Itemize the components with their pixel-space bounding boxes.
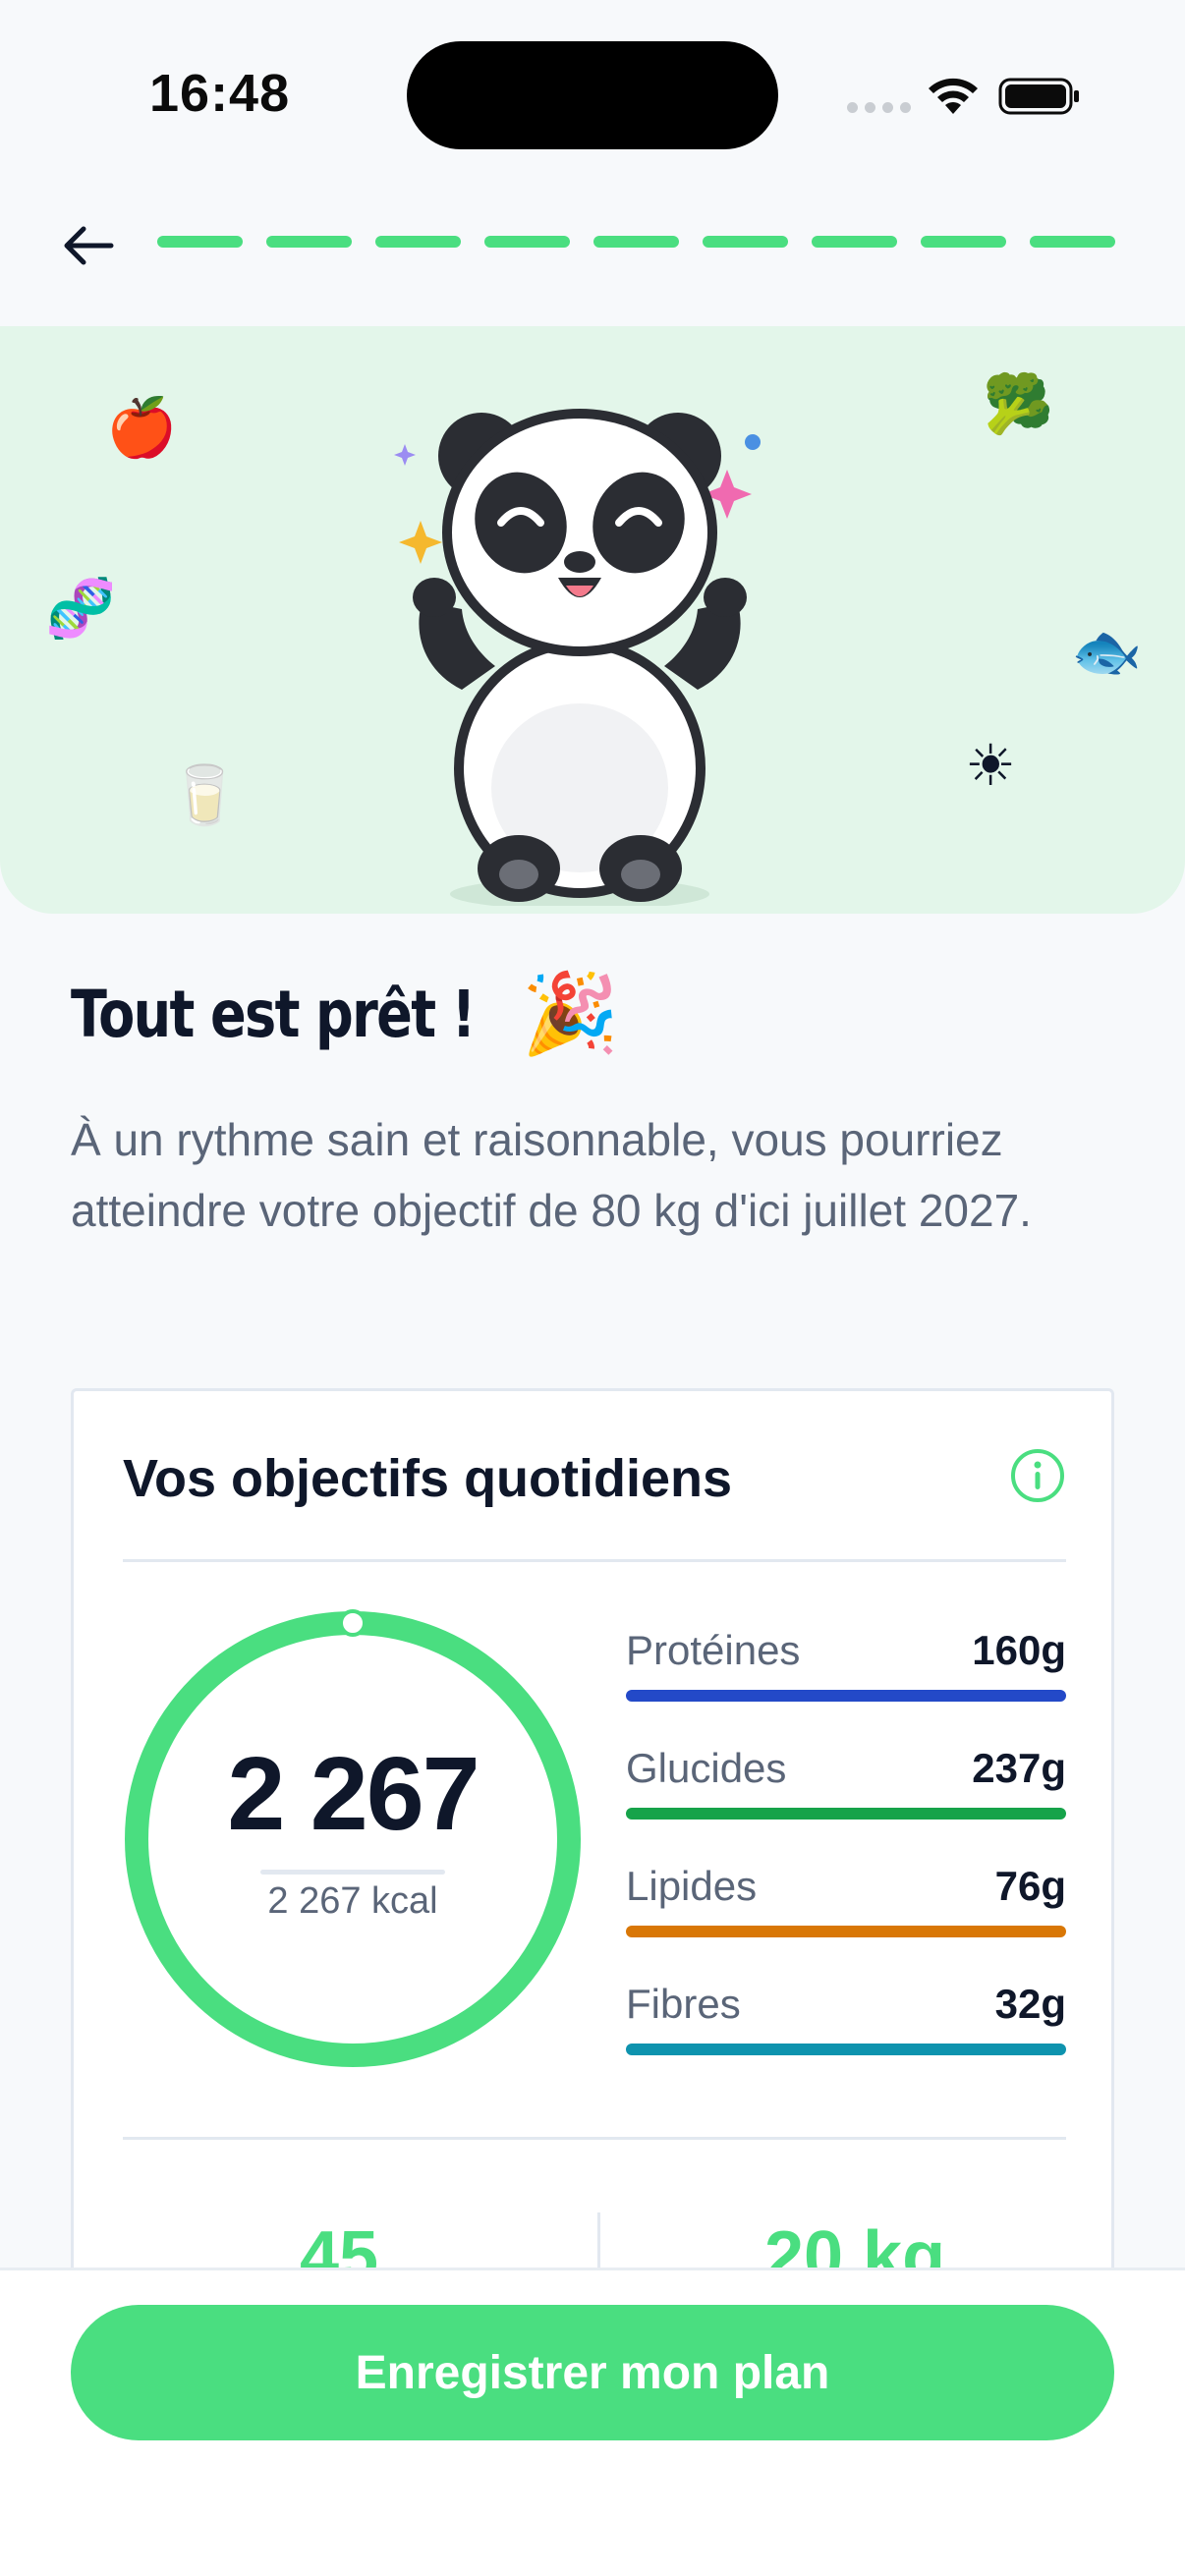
macro-label: Fibres — [626, 1981, 741, 2027]
macro-value: 76g — [994, 1863, 1066, 1909]
milk-glass-icon: 🥛 — [169, 761, 241, 828]
wifi-icon — [929, 78, 978, 114]
macro-bar — [626, 1926, 1066, 1937]
apple-icon: 🍎 — [106, 394, 178, 461]
calorie-value: 2 267 — [227, 1736, 480, 1852]
macro-bar — [626, 1808, 1066, 1820]
dynamic-island — [407, 41, 778, 149]
progress-segment — [266, 236, 352, 248]
card-divider — [123, 1559, 1066, 1562]
fish-icon: 🐟 — [1071, 618, 1143, 685]
info-icon[interactable] — [1009, 1447, 1066, 1504]
macro-label: Lipides — [626, 1863, 758, 1909]
broccoli-icon: 🥦 — [983, 370, 1054, 437]
status-time: 16:48 — [149, 64, 291, 123]
progress-segment — [375, 236, 461, 248]
progress-segment — [703, 236, 788, 248]
card-title: Vos objectifs quotidiens — [123, 1449, 733, 1508]
progress-segment — [1030, 236, 1115, 248]
macro-row-fibres: Fibres 32g — [626, 1981, 1066, 2099]
hero-banner: 🍎 🧬 🥛 🥦 🐟 ☀ — [0, 326, 1185, 914]
macro-value: 32g — [994, 1981, 1066, 2027]
macro-value: 237g — [972, 1745, 1066, 1791]
progress-segment — [812, 236, 897, 248]
dna-icon: 🧬 — [45, 575, 117, 642]
macro-row-glucides: Glucides 237g — [626, 1745, 1066, 1863]
macro-bar — [626, 2044, 1066, 2055]
calorie-divider — [260, 1870, 445, 1875]
arrow-left-icon — [64, 226, 114, 265]
save-plan-button[interactable]: Enregistrer mon plan — [71, 2305, 1114, 2440]
page-title: Tout est prêt ! 🎉 — [71, 968, 619, 1060]
macro-label: Protéines — [626, 1627, 801, 1673]
sun-icon: ☀ — [965, 732, 1016, 799]
page-subtitle: À un rythme sain et raisonnable, vous po… — [71, 1114, 1032, 1236]
progress-segment — [593, 236, 679, 248]
macro-value: 160g — [972, 1627, 1066, 1673]
party-popper-icon: 🎉 — [521, 968, 620, 1059]
panda-mascot-icon — [394, 409, 761, 906]
card-divider — [123, 2137, 1066, 2140]
progress-segment — [484, 236, 570, 248]
macro-label: Glucides — [626, 1745, 787, 1791]
macro-bar — [626, 1690, 1066, 1702]
back-button[interactable] — [57, 214, 120, 277]
progress-segment — [157, 236, 243, 248]
daily-goals-card: Vos objectifs quotidiens 2 267 2 267 kca… — [71, 1388, 1114, 2371]
progress-segment — [921, 236, 1006, 248]
macro-row-proteines: Protéines 160g — [626, 1627, 1066, 1745]
cellular-signal-icon — [847, 102, 911, 113]
macro-list: Protéines 160g Glucides 237g Lipides 76g… — [626, 1627, 1066, 2099]
calorie-unit-label: 2 267 kcal — [267, 1880, 438, 1922]
onboarding-progress-bar — [157, 236, 1115, 248]
status-bar: 16:48 — [0, 0, 1185, 187]
macro-row-lipides: Lipides 76g — [626, 1863, 1066, 1981]
battery-icon — [998, 78, 1079, 115]
page-title-text: Tout est prêt ! — [71, 976, 476, 1052]
